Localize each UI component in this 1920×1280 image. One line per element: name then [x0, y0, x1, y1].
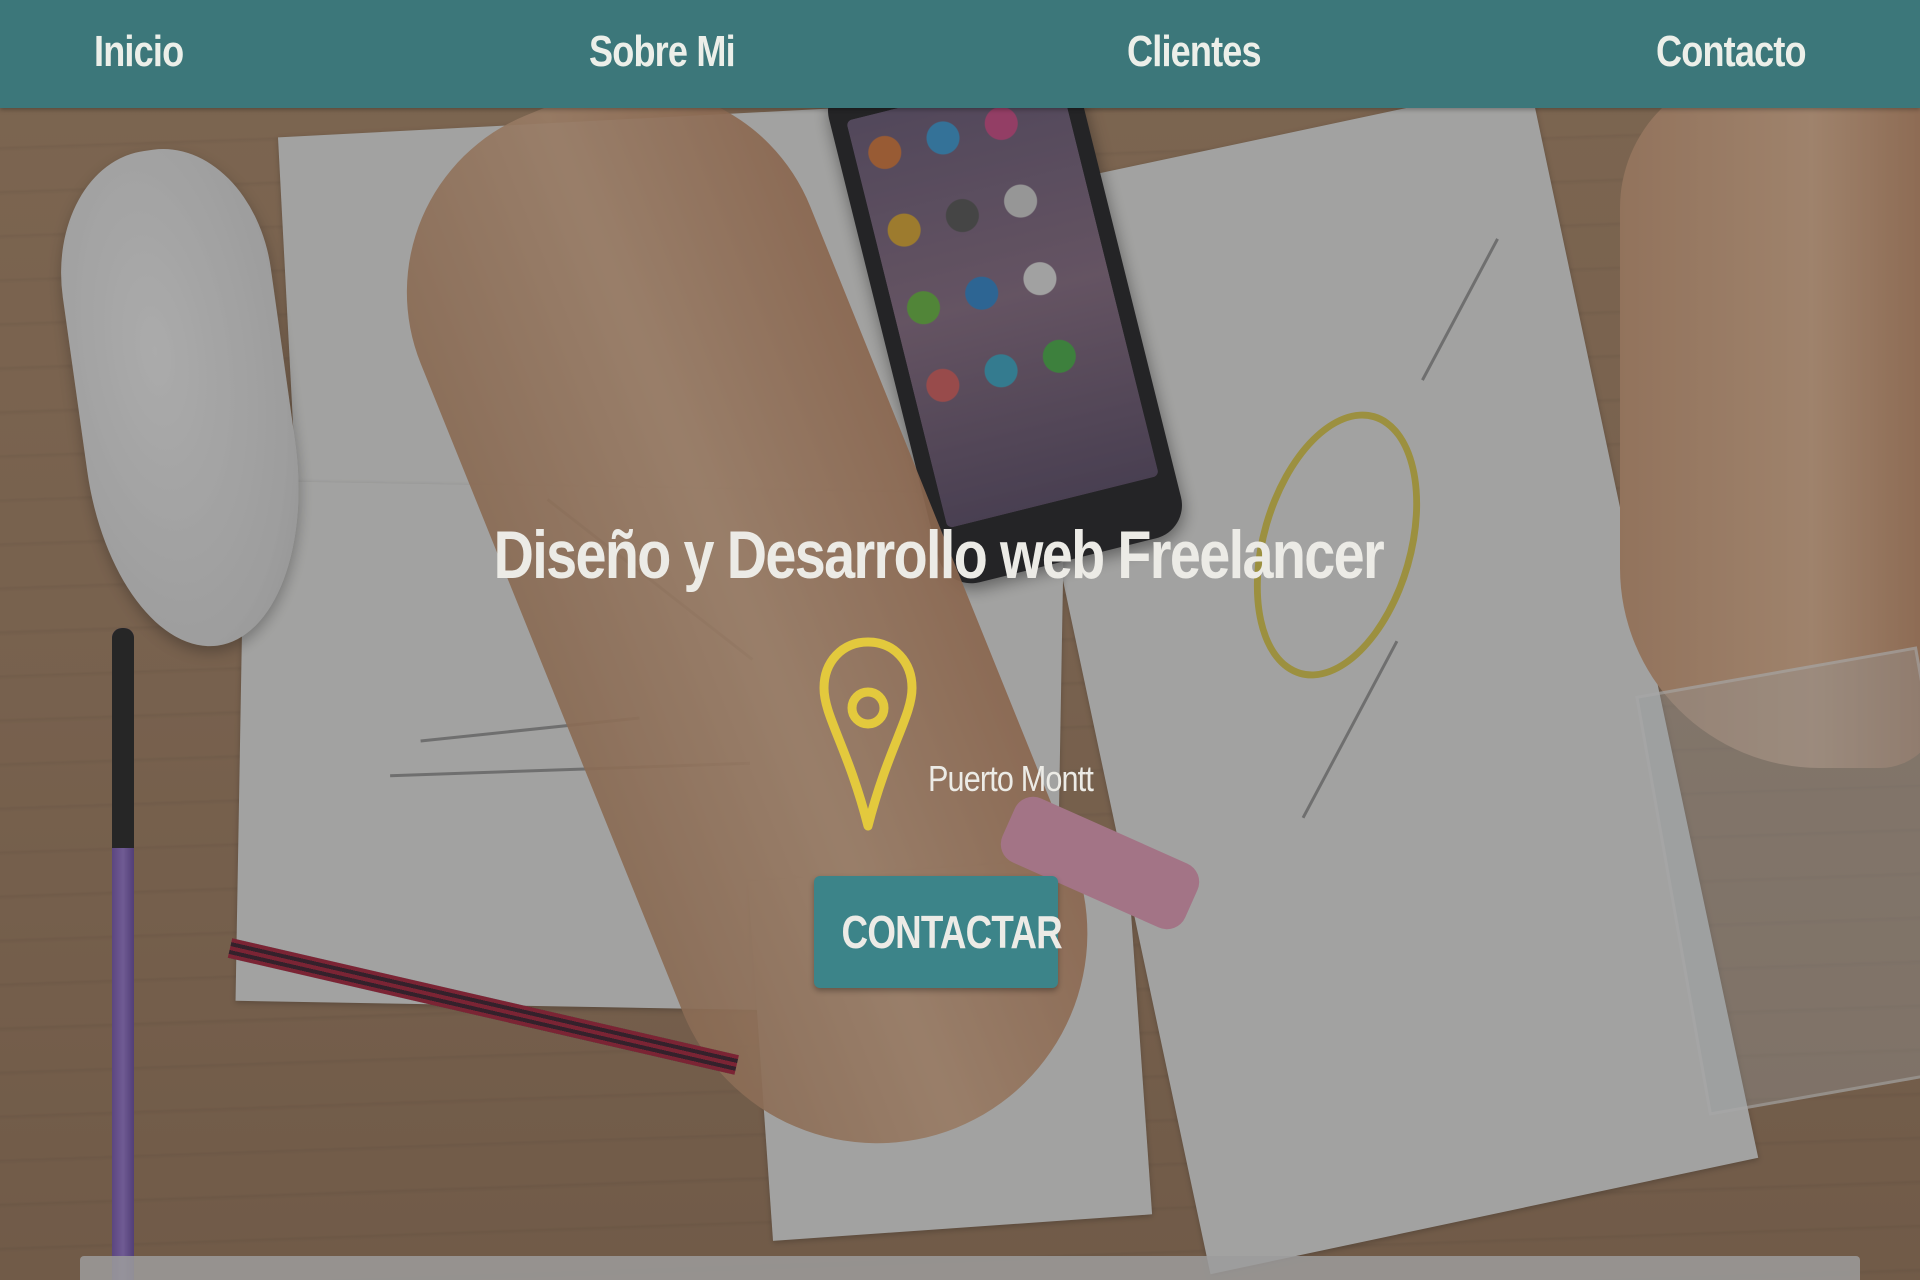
contactar-button-label: CONTACTAR	[841, 906, 1063, 958]
nav-link-contacto[interactable]: Contacto	[1656, 0, 1807, 104]
page: Inicio Sobre Mi Clientes Contacto Diseño…	[0, 0, 1920, 1280]
map-pin-icon	[819, 637, 917, 831]
hero-title-text: Diseño y Desarrollo web Freelancer	[493, 516, 1384, 593]
top-navbar: Inicio Sobre Mi Clientes Contacto	[0, 0, 1920, 108]
nav-link-sobre-mi[interactable]: Sobre Mi	[589, 0, 736, 104]
location-block: Puerto Montt	[818, 636, 1118, 836]
nav-link-clientes[interactable]: Clientes	[1127, 0, 1262, 104]
nav-link-inicio[interactable]: Inicio	[94, 0, 184, 104]
hero-title: Diseño y Desarrollo web Freelancer	[0, 516, 1876, 594]
contactar-button[interactable]: CONTACTAR	[814, 876, 1063, 988]
location-text: Puerto Montt	[928, 758, 1094, 799]
